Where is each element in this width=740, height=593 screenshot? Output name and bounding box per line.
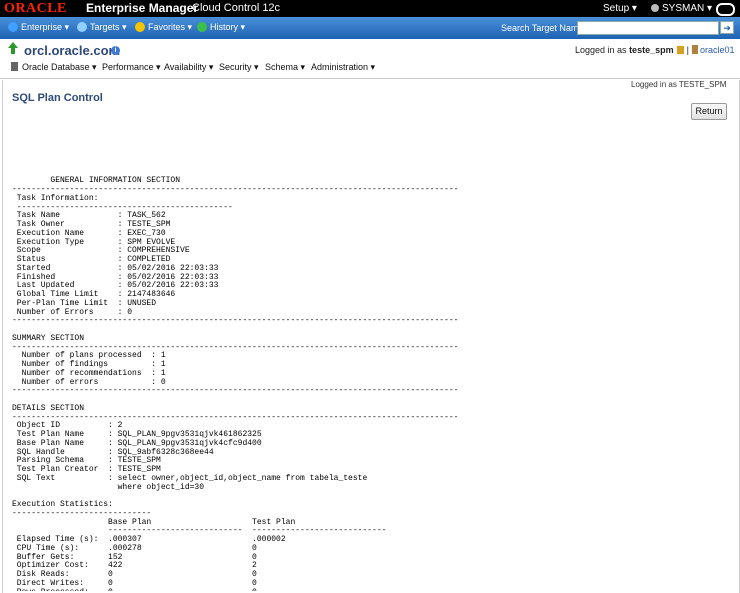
host-icon (691, 45, 698, 54)
user-menu[interactable]: SYSMAN ▾ (651, 2, 712, 15)
star-icon (135, 22, 145, 32)
oracle-ring-icon (716, 3, 735, 16)
lock-icon (676, 46, 684, 54)
nav-history-label: History ▾ (210, 22, 246, 32)
search-go-button[interactable]: ➜ (720, 21, 734, 34)
nav-enterprise-label: Enterprise ▾ (21, 22, 70, 32)
ghost-login-text: Logged in as TESTE_SPM (631, 80, 727, 89)
logged-in-user: teste_spm (629, 45, 674, 55)
menu-schema[interactable]: Schema ▾ (265, 61, 305, 73)
app-version: Cloud Control 12c (192, 2, 281, 14)
nav-history[interactable]: History ▾ (197, 21, 245, 34)
search-label: Search Target Name (501, 23, 584, 33)
history-icon (197, 22, 207, 32)
return-button[interactable]: Return (691, 103, 727, 120)
targets-icon (77, 22, 87, 32)
database-icon (11, 62, 18, 71)
arrow-right-icon: ➜ (723, 23, 731, 33)
oracle-logo: ORACLE (4, 1, 67, 16)
menu-availability[interactable]: Availability ▾ (164, 61, 213, 73)
user-icon (651, 4, 659, 12)
target-header: orcl.oracle.com i Logged in as teste_spm… (0, 39, 740, 79)
nav-favorites[interactable]: Favorites ▾ (135, 21, 192, 34)
menu-performance[interactable]: Performance ▾ (102, 61, 161, 73)
enterprise-icon (8, 22, 18, 32)
app-name: Enterprise Manager (86, 1, 199, 15)
nav-targets-label: Targets ▾ (90, 22, 127, 32)
menu-administration[interactable]: Administration ▾ (311, 61, 375, 73)
login-info: Logged in as teste_spm | oracle01 (575, 45, 735, 55)
page-title: SQL Plan Control (12, 92, 103, 104)
nav-enterprise[interactable]: Enterprise ▾ (8, 21, 69, 34)
menu-security[interactable]: Security ▾ (219, 61, 259, 73)
target-name[interactable]: orcl.oracle.com (24, 43, 120, 59)
logged-in-label: Logged in as (575, 45, 627, 55)
spm-evolve-report: GENERAL INFORMATION SECTION ------------… (12, 151, 732, 591)
nav-targets[interactable]: Targets ▾ (77, 21, 127, 34)
setup-menu[interactable]: Setup ▾ (603, 2, 637, 15)
content-frame: Logged in as TESTE_SPM SQL Plan Control … (2, 80, 740, 593)
menu-oracle-database-label: Oracle Database ▾ (22, 62, 97, 72)
global-nav-bar: Enterprise ▾ Targets ▾ Favorites ▾ Histo… (0, 17, 740, 39)
host-link[interactable]: oracle01 (700, 45, 735, 55)
user-menu-label: SYSMAN ▾ (662, 3, 713, 14)
info-icon[interactable]: i (111, 46, 120, 55)
search-input[interactable] (577, 21, 719, 35)
top-bar: ORACLE Enterprise Manager Cloud Control … (0, 0, 740, 17)
target-up-icon-stem (11, 48, 15, 54)
nav-favorites-label: Favorites ▾ (148, 22, 193, 32)
menu-oracle-database[interactable]: Oracle Database ▾ (11, 61, 97, 73)
